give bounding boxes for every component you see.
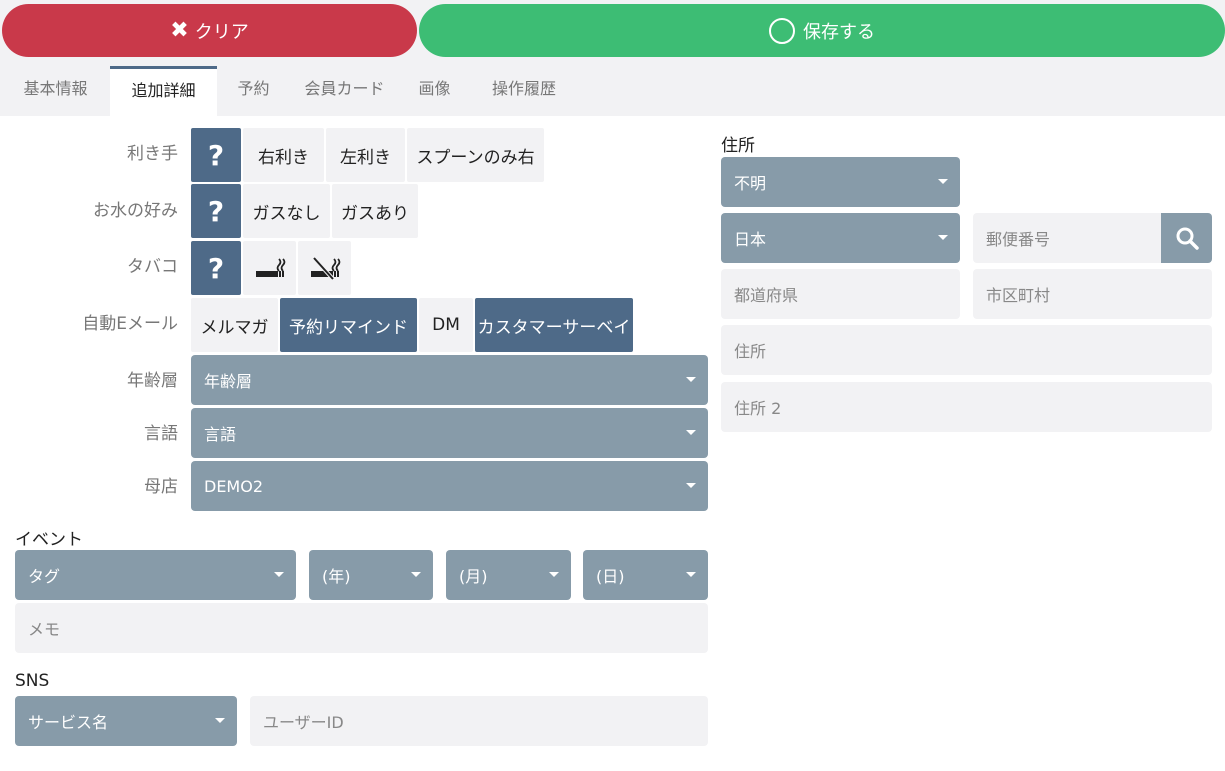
event-month-value: (月) (459, 567, 488, 586)
auto-email-reminder-button[interactable]: 予約リマインド (280, 298, 417, 352)
chevron-down-icon (938, 179, 948, 184)
tab-images[interactable]: 画像 (399, 66, 470, 116)
postal-code-input[interactable]: 郵便番号 (973, 213, 1162, 263)
smoking-icon (255, 258, 285, 277)
event-memo-input[interactable]: メモ (15, 603, 708, 653)
city-input[interactable]: 市区町村 (973, 269, 1212, 319)
address2-input[interactable]: 住所 2 (721, 382, 1212, 432)
auto-email-newsletter-button[interactable]: メルマガ (191, 298, 278, 352)
handedness-unknown-button[interactable]: ? (191, 128, 241, 182)
auto-email-dm-button[interactable]: DM (419, 298, 473, 352)
event-month-select[interactable]: (月) (446, 550, 571, 600)
tab-member-card[interactable]: 会員カード (290, 66, 399, 116)
age-select[interactable]: 年齢層 (191, 355, 708, 405)
postal-search-button[interactable] (1161, 213, 1212, 263)
chevron-down-icon (549, 572, 559, 577)
tab-additional-details[interactable]: 追加詳細 (110, 66, 217, 116)
event-day-select[interactable]: (日) (583, 550, 708, 600)
chevron-down-icon (686, 430, 696, 435)
smoking-button[interactable] (243, 241, 296, 295)
save-button[interactable]: 保存する (419, 4, 1225, 57)
home-store-select[interactable]: DEMO2 (191, 461, 708, 511)
event-tag-value: タグ (28, 567, 61, 586)
clear-label: クリア (194, 21, 249, 43)
water-sparkling-button[interactable]: ガスあり (332, 184, 418, 238)
no-smoking-icon (310, 256, 340, 280)
age-label: 年齢層 (127, 371, 178, 391)
save-label: 保存する (803, 21, 875, 43)
chevron-down-icon (411, 572, 421, 577)
event-year-value: (年) (322, 567, 351, 586)
sns-service-value: サービス名 (28, 713, 109, 732)
event-tag-select[interactable]: タグ (15, 550, 296, 600)
chevron-down-icon (215, 718, 225, 723)
language-select[interactable]: 言語 (191, 408, 708, 458)
tab-reservation[interactable]: 予約 (217, 66, 290, 116)
language-select-value: 言語 (204, 425, 237, 444)
handedness-label: 利き手 (127, 144, 178, 164)
chevron-down-icon (274, 572, 284, 577)
tobacco-unknown-button[interactable]: ? (191, 241, 241, 295)
action-bar: ✖ クリア 保存する (0, 0, 1225, 62)
water-unknown-button[interactable]: ? (191, 184, 241, 238)
language-label: 言語 (144, 424, 178, 444)
sns-service-select[interactable]: サービス名 (15, 696, 237, 746)
chevron-down-icon (938, 235, 948, 240)
home-store-label: 母店 (144, 477, 178, 497)
auto-email-survey-button[interactable]: カスタマーサーベイ (475, 298, 633, 352)
event-day-value: (日) (596, 567, 625, 586)
handedness-spoon-right-button[interactable]: スプーンのみ右 (407, 128, 544, 182)
home-store-select-value: DEMO2 (204, 476, 264, 496)
tab-basic-info[interactable]: 基本情報 (0, 66, 111, 116)
handedness-left-button[interactable]: 左利き (326, 128, 405, 182)
search-icon (1176, 227, 1199, 250)
address-section-title: 住所 (721, 136, 755, 156)
address-type-select[interactable]: 不明 (721, 157, 960, 207)
clear-button[interactable]: ✖ クリア (2, 4, 417, 57)
auto-email-label: 自動Eメール (82, 314, 178, 334)
address-type-value: 不明 (734, 174, 767, 193)
chevron-down-icon (686, 483, 696, 488)
event-year-select[interactable]: (年) (309, 550, 433, 600)
prefecture-input[interactable]: 都道府県 (721, 269, 960, 319)
handedness-right-button[interactable]: 右利き (243, 128, 324, 182)
water-label: お水の好み (93, 201, 178, 221)
close-icon: ✖ (170, 18, 189, 43)
tab-history[interactable]: 操作履歴 (470, 66, 578, 116)
event-section-title: イベント (15, 530, 83, 550)
country-select[interactable]: 日本 (721, 213, 960, 263)
address1-input[interactable]: 住所 (721, 325, 1212, 375)
water-still-button[interactable]: ガスなし (243, 184, 330, 238)
age-select-value: 年齢層 (204, 372, 253, 391)
chevron-down-icon (686, 377, 696, 382)
country-value: 日本 (734, 230, 767, 249)
sns-user-id-input[interactable]: ユーザーID (250, 696, 708, 746)
sns-section-title: SNS (15, 671, 50, 691)
tobacco-label: タバコ (127, 257, 178, 277)
circle-icon (769, 17, 795, 44)
tab-bar: 基本情報 追加詳細 予約 会員カード 画像 操作履歴 (0, 62, 1225, 116)
chevron-down-icon (686, 572, 696, 577)
no-smoking-button[interactable] (298, 241, 351, 295)
